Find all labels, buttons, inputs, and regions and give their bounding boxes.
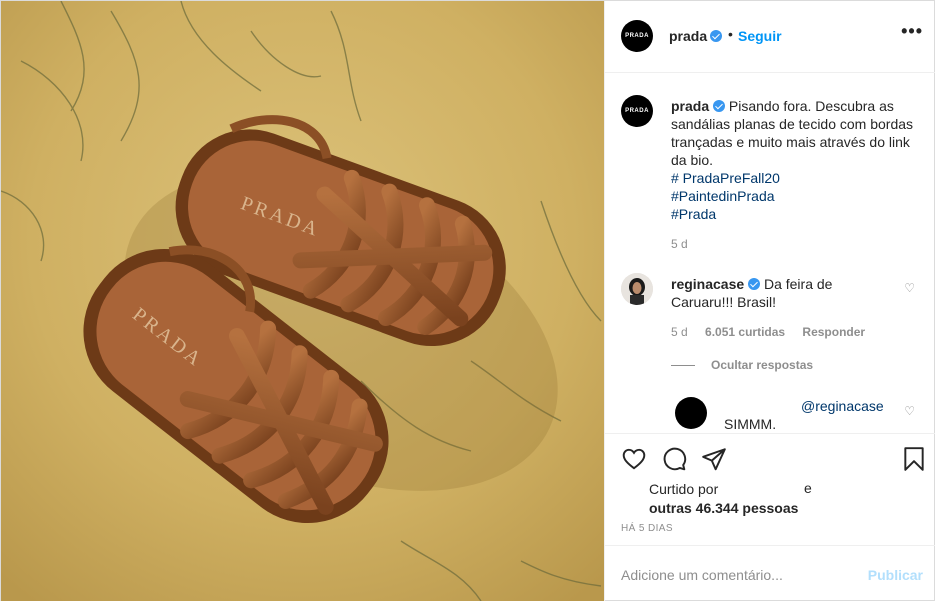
avatar-photo — [621, 273, 653, 305]
share-icon[interactable] — [701, 446, 727, 472]
caption-time[interactable]: 5 d — [671, 237, 688, 251]
comment-meta: 5 d 6.051 curtidas Responder — [671, 325, 879, 339]
reply-button[interactable]: Responder — [802, 325, 865, 339]
heart-icon[interactable] — [621, 446, 647, 472]
publish-button[interactable]: Publicar — [868, 567, 923, 583]
caption-username[interactable]: prada — [671, 98, 709, 114]
caption-avatar[interactable]: PRADA — [621, 95, 653, 127]
comment-like-heart-icon[interactable]: ♡ — [904, 281, 915, 295]
reply-like-heart-icon[interactable]: ♡ — [904, 404, 915, 418]
add-comment-bar: Adicione um comentário... Publicar — [605, 545, 935, 601]
comment-username[interactable]: reginacase — [671, 276, 744, 292]
likes-summary: Curtido por outras 46.344 pessoas — [649, 480, 849, 518]
caption: prada Pisando fora. Descubra as sandália… — [671, 97, 921, 223]
post-panel: PRADA prada • Seguir ••• PRADA prada Pis… — [604, 1, 935, 601]
actions-section: Curtido por outras 46.344 pessoas e HÁ 5… — [605, 433, 935, 545]
likes-conjunction: e — [804, 480, 812, 496]
likes-others-link[interactable]: outras 46.344 pessoas — [649, 499, 849, 518]
comment-input[interactable]: Adicione um comentário... — [621, 567, 783, 583]
separator-dot: • — [728, 26, 733, 42]
more-icon[interactable]: ••• — [901, 21, 923, 42]
post-time-ago[interactable]: HÁ 5 DIAS — [621, 523, 673, 534]
reply-text: SIMMM. — [724, 416, 777, 432]
post-header: PRADA prada • Seguir ••• — [605, 1, 935, 73]
follow-button[interactable]: Seguir — [738, 28, 782, 44]
verified-icon — [710, 30, 722, 42]
author-avatar[interactable]: PRADA — [621, 20, 653, 52]
author-username[interactable]: prada — [669, 28, 707, 44]
hashtag-link[interactable]: # PradaPreFall20 — [671, 169, 921, 187]
hashtag-link[interactable]: #PaintedinPrada — [671, 187, 921, 205]
bookmark-icon[interactable] — [901, 446, 927, 472]
likes-prefix: Curtido por — [649, 481, 719, 497]
commenter-avatar[interactable] — [621, 273, 653, 305]
post-image[interactable]: PRADA PRADA — [1, 1, 604, 601]
reply-avatar[interactable] — [675, 397, 707, 429]
hashtag-link[interactable]: #Prada — [671, 205, 921, 223]
verified-icon — [748, 278, 761, 290]
instagram-post: PRADA PRADA PRADA prada • Seguir ••• PRA… — [0, 0, 935, 601]
comments-section[interactable]: PRADA prada Pisando fora. Descubra as sa… — [605, 73, 935, 433]
reply-mention[interactable]: @reginacase — [801, 398, 884, 414]
comment-likes[interactable]: 6.051 curtidas — [705, 325, 785, 339]
verified-icon — [713, 100, 726, 112]
comment-icon[interactable] — [661, 446, 687, 472]
sandals-illustration: PRADA PRADA — [1, 1, 604, 601]
comment-time[interactable]: 5 d — [671, 325, 688, 339]
hide-replies-button[interactable]: Ocultar respostas — [671, 358, 813, 372]
comment: reginacase Da feira de Caruaru!!! Brasil… — [671, 275, 891, 311]
